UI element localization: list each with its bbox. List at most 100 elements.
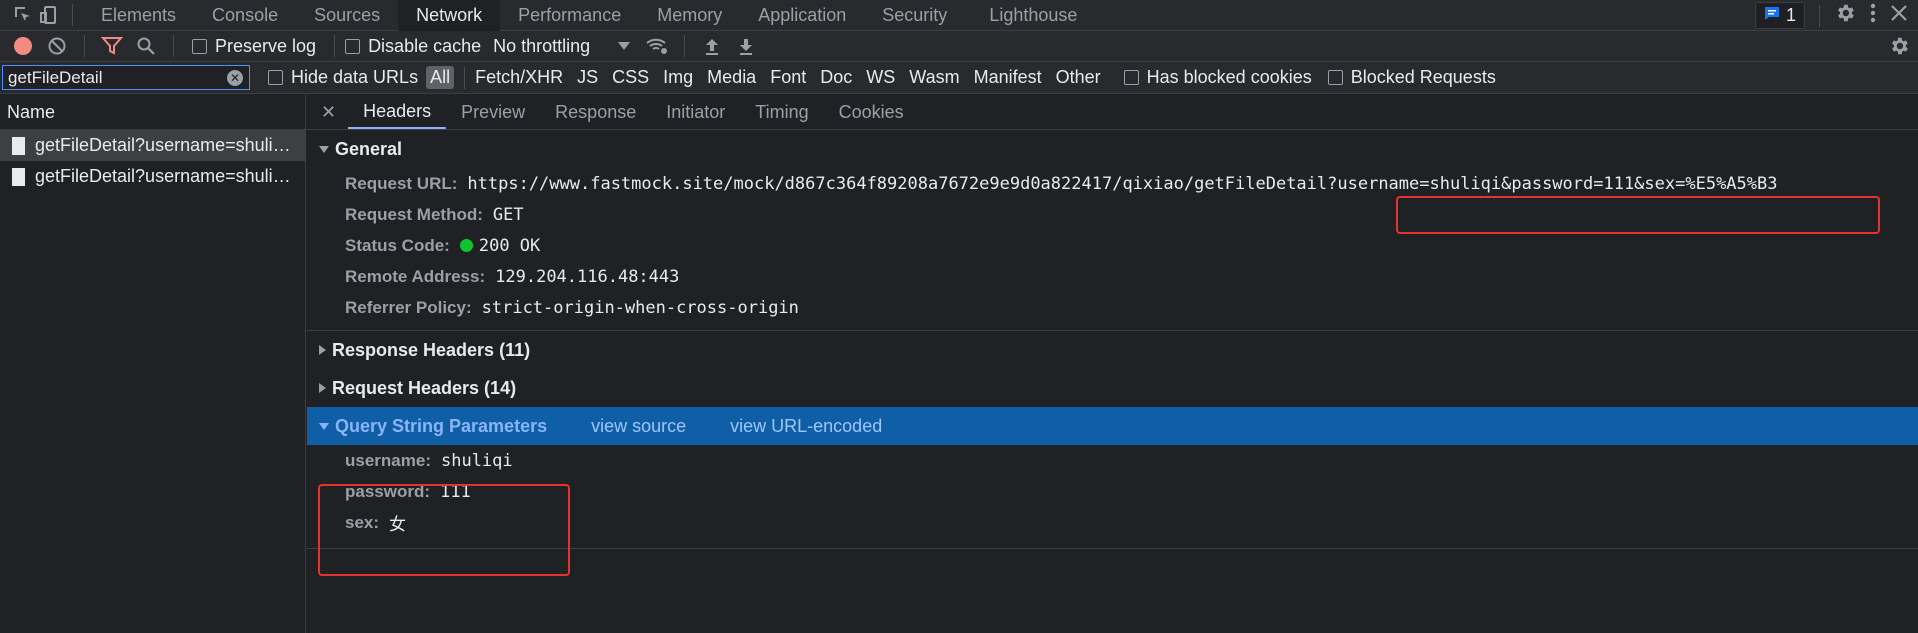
filter-type-all[interactable]: All bbox=[426, 66, 455, 89]
tab-performance[interactable]: Performance bbox=[500, 0, 639, 31]
filter-options: Hide data URLs All Fetch/XHR JS CSS Img … bbox=[268, 66, 1504, 89]
tab-network[interactable]: Network bbox=[398, 0, 501, 31]
tab-initiator[interactable]: Initiator bbox=[651, 95, 740, 129]
network-settings-button[interactable] bbox=[1888, 35, 1910, 62]
checkbox-box[interactable] bbox=[268, 70, 283, 85]
tab-cookies[interactable]: Cookies bbox=[824, 95, 919, 129]
tab-preview[interactable]: Preview bbox=[446, 95, 540, 129]
name-column-header[interactable]: Name bbox=[0, 95, 305, 130]
device-toolbar-icon[interactable] bbox=[36, 2, 62, 28]
divider bbox=[684, 35, 686, 57]
request-url-base: https://www.fastmock.site/mock/d867c364f… bbox=[467, 173, 1338, 194]
divider bbox=[334, 35, 336, 57]
tab-application[interactable]: Application bbox=[740, 0, 864, 31]
filter-type-manifest[interactable]: Manifest bbox=[974, 67, 1042, 88]
remote-address-label: Remote Address: bbox=[345, 266, 486, 286]
filter-type-img[interactable]: Img bbox=[663, 67, 693, 88]
filter-type-other[interactable]: Other bbox=[1056, 67, 1101, 88]
hide-data-urls-checkbox[interactable]: Hide data URLs bbox=[268, 67, 418, 88]
query-string-section-toggle[interactable]: Query String Parameters view source view… bbox=[307, 407, 1918, 445]
preserve-log-checkbox[interactable]: Preserve log bbox=[192, 36, 316, 57]
request-item[interactable]: getFileDetail?username=shuli… bbox=[0, 161, 305, 192]
clear-filter-icon[interactable]: ✕ bbox=[227, 70, 243, 86]
issues-badge[interactable]: 1 bbox=[1754, 2, 1805, 29]
tab-response[interactable]: Response bbox=[540, 95, 651, 129]
query-param-key: username: bbox=[345, 450, 431, 470]
tab-headers[interactable]: Headers bbox=[348, 95, 447, 129]
request-headers-toggle[interactable]: Request Headers (14) bbox=[307, 369, 1918, 407]
close-icon[interactable] bbox=[1890, 4, 1908, 27]
filter-bar: getFileDetail ✕ Hide data URLs All Fetch… bbox=[0, 62, 1918, 94]
request-item[interactable]: getFileDetail?username=shuli… bbox=[0, 130, 305, 161]
throttling-value: No throttling bbox=[493, 35, 591, 56]
checkbox-box[interactable] bbox=[1327, 70, 1343, 85]
export-har-button[interactable] bbox=[729, 31, 763, 62]
status-code-value: 200 OK bbox=[478, 235, 541, 256]
filter-input[interactable]: getFileDetail ✕ bbox=[2, 65, 250, 90]
message-icon bbox=[1764, 5, 1780, 26]
filter-type-fetch-xhr[interactable]: Fetch/XHR bbox=[475, 67, 563, 88]
devtools-tab-bar: Elements Console Sources Network Perform… bbox=[0, 0, 1918, 31]
detail-tabs: ✕ Headers Preview Response Initiator Tim… bbox=[307, 95, 1918, 130]
close-detail-icon[interactable]: ✕ bbox=[307, 102, 348, 123]
checkbox-box[interactable] bbox=[192, 38, 207, 54]
tab-timing[interactable]: Timing bbox=[740, 95, 823, 129]
disable-cache-checkbox[interactable]: Disable cache bbox=[345, 36, 481, 57]
filter-type-wasm[interactable]: Wasm bbox=[909, 67, 959, 88]
filter-type-media[interactable]: Media bbox=[707, 67, 756, 88]
wifi-settings-icon bbox=[646, 38, 668, 54]
tab-elements[interactable]: Elements bbox=[83, 0, 194, 31]
response-headers-toggle[interactable]: Response Headers (11) bbox=[307, 331, 1918, 369]
remote-address-value: 129.204.116.48:443 bbox=[495, 266, 680, 287]
view-source-link[interactable]: view source bbox=[591, 416, 686, 437]
upload-icon bbox=[706, 39, 719, 55]
blocked-requests-label: Blocked Requests bbox=[1350, 67, 1496, 87]
filter-type-ws[interactable]: WS bbox=[866, 67, 895, 88]
inspect-element-icon[interactable] bbox=[10, 2, 36, 28]
filter-button[interactable] bbox=[95, 31, 129, 62]
view-url-encoded-link[interactable]: view URL-encoded bbox=[730, 416, 882, 437]
import-har-button[interactable] bbox=[695, 31, 729, 62]
request-url-row: Request URL: https://www.fastmock.site/m… bbox=[307, 168, 1918, 199]
gear-icon[interactable] bbox=[1834, 2, 1856, 29]
filter-icon bbox=[101, 37, 123, 55]
triangle-right-icon bbox=[319, 383, 326, 393]
tab-security[interactable]: Security bbox=[864, 0, 965, 31]
issues-count: 1 bbox=[1785, 5, 1796, 25]
remote-address-row: Remote Address: 129.204.116.48:443 bbox=[307, 261, 1918, 292]
throttling-select[interactable]: No throttling bbox=[493, 35, 631, 57]
status-code-label: Status Code: bbox=[345, 235, 450, 255]
filter-input-value: getFileDetail bbox=[8, 67, 103, 87]
has-blocked-cookies-checkbox[interactable]: Has blocked cookies bbox=[1123, 67, 1312, 88]
checkbox-box[interactable] bbox=[345, 38, 361, 54]
record-button[interactable] bbox=[6, 31, 40, 62]
tab-console[interactable]: Console bbox=[194, 0, 296, 31]
request-name: getFileDetail?username=shuli… bbox=[35, 166, 291, 186]
tab-sources[interactable]: Sources bbox=[296, 0, 398, 31]
triangle-down-icon bbox=[319, 145, 329, 153]
request-name: getFileDetail?username=shuli… bbox=[35, 135, 291, 155]
filter-type-font[interactable]: Font bbox=[770, 67, 806, 88]
clear-icon bbox=[48, 37, 66, 55]
filter-type-css[interactable]: CSS bbox=[612, 67, 649, 88]
blocked-requests-checkbox[interactable]: Blocked Requests bbox=[1327, 67, 1496, 88]
network-conditions-button[interactable] bbox=[640, 31, 674, 62]
filter-type-js[interactable]: JS bbox=[577, 67, 598, 88]
preserve-log-label: Preserve log bbox=[215, 35, 317, 56]
more-options-icon[interactable] bbox=[1870, 2, 1876, 29]
triangle-right-icon bbox=[319, 345, 326, 355]
chevron-down-icon bbox=[618, 42, 631, 50]
tab-lighthouse[interactable]: Lighthouse bbox=[971, 0, 1095, 31]
tab-memory[interactable]: Memory bbox=[639, 0, 740, 31]
request-headers-title: Request Headers (14) bbox=[332, 377, 517, 398]
filter-type-doc[interactable]: Doc bbox=[820, 67, 852, 88]
search-button[interactable] bbox=[129, 31, 163, 62]
query-param-value: shuliqi bbox=[440, 450, 513, 471]
clear-button[interactable] bbox=[40, 31, 74, 62]
download-icon bbox=[740, 39, 753, 55]
status-code-row: Status Code: 200 OK bbox=[307, 230, 1918, 261]
query-params-highlight bbox=[318, 484, 570, 576]
general-section-toggle[interactable]: General bbox=[307, 130, 1918, 168]
request-url-label: Request URL: bbox=[345, 173, 458, 193]
checkbox-box[interactable] bbox=[1123, 70, 1139, 85]
